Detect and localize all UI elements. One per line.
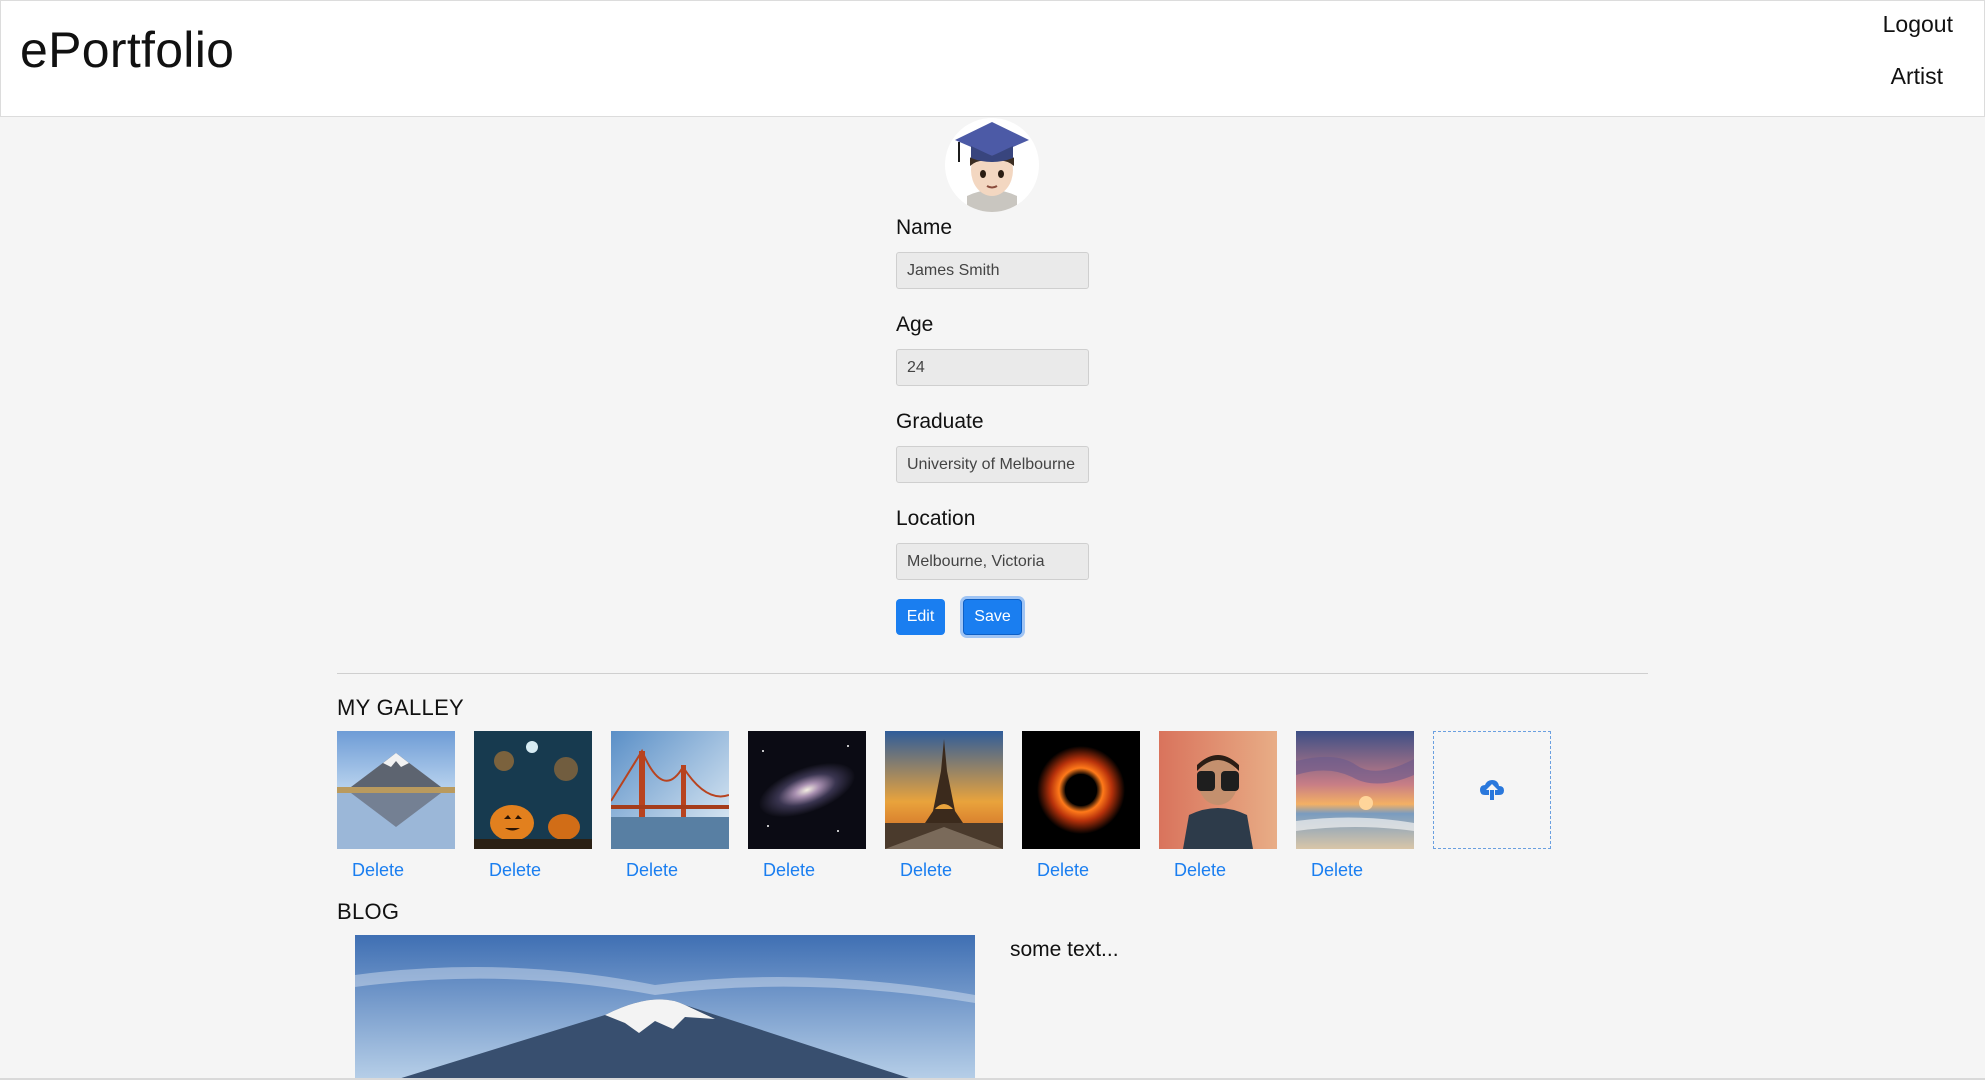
delete-link[interactable]: Delete [1037, 860, 1089, 881]
section-divider [337, 673, 1648, 674]
delete-link[interactable]: Delete [1174, 860, 1226, 881]
delete-link[interactable]: Delete [900, 860, 952, 881]
blog-mountain-image [355, 935, 975, 1080]
top-navbar: ePortfolio Logout Artist [0, 0, 1985, 117]
black-hole-image[interactable] [1022, 731, 1140, 849]
upload-image-button[interactable] [1433, 731, 1551, 849]
cloud-upload-icon [1480, 780, 1504, 800]
delete-link[interactable]: Delete [763, 860, 815, 881]
age-label: Age [896, 313, 934, 336]
name-field[interactable]: James Smith [896, 252, 1089, 289]
graduate-label: Graduate [896, 410, 984, 433]
save-button[interactable]: Save [963, 599, 1022, 635]
age-field[interactable]: 24 [896, 349, 1089, 386]
avatar [945, 118, 1039, 212]
brand-title[interactable]: ePortfolio [20, 21, 234, 79]
person-binoculars-image[interactable] [1159, 731, 1277, 849]
graduate-field[interactable]: University of Melbourne [896, 446, 1089, 483]
location-field[interactable]: Melbourne, Victoria [896, 543, 1089, 580]
location-label: Location [896, 507, 976, 530]
logout-link[interactable]: Logout [1883, 11, 1953, 38]
graduate-avatar-icon [945, 118, 1039, 212]
delete-link[interactable]: Delete [1311, 860, 1363, 881]
gallery-title: MY GALLEY [337, 695, 465, 720]
delete-link[interactable]: Delete [352, 860, 404, 881]
beach-sunset-image[interactable] [1296, 731, 1414, 849]
delete-link[interactable]: Delete [626, 860, 678, 881]
edit-button[interactable]: Edit [896, 599, 945, 635]
mountain-reflection-image[interactable] [337, 731, 455, 849]
eiffel-tower-image[interactable] [885, 731, 1003, 849]
name-label: Name [896, 216, 953, 239]
delete-link[interactable]: Delete [489, 860, 541, 881]
artist-link[interactable]: Artist [1891, 63, 1943, 90]
blog-text: some text... [1010, 938, 1119, 961]
blog-title: BLOG [337, 899, 400, 924]
halloween-pumpkins-image[interactable] [474, 731, 592, 849]
golden-gate-bridge-image[interactable] [611, 731, 729, 849]
galaxy-image[interactable] [748, 731, 866, 849]
